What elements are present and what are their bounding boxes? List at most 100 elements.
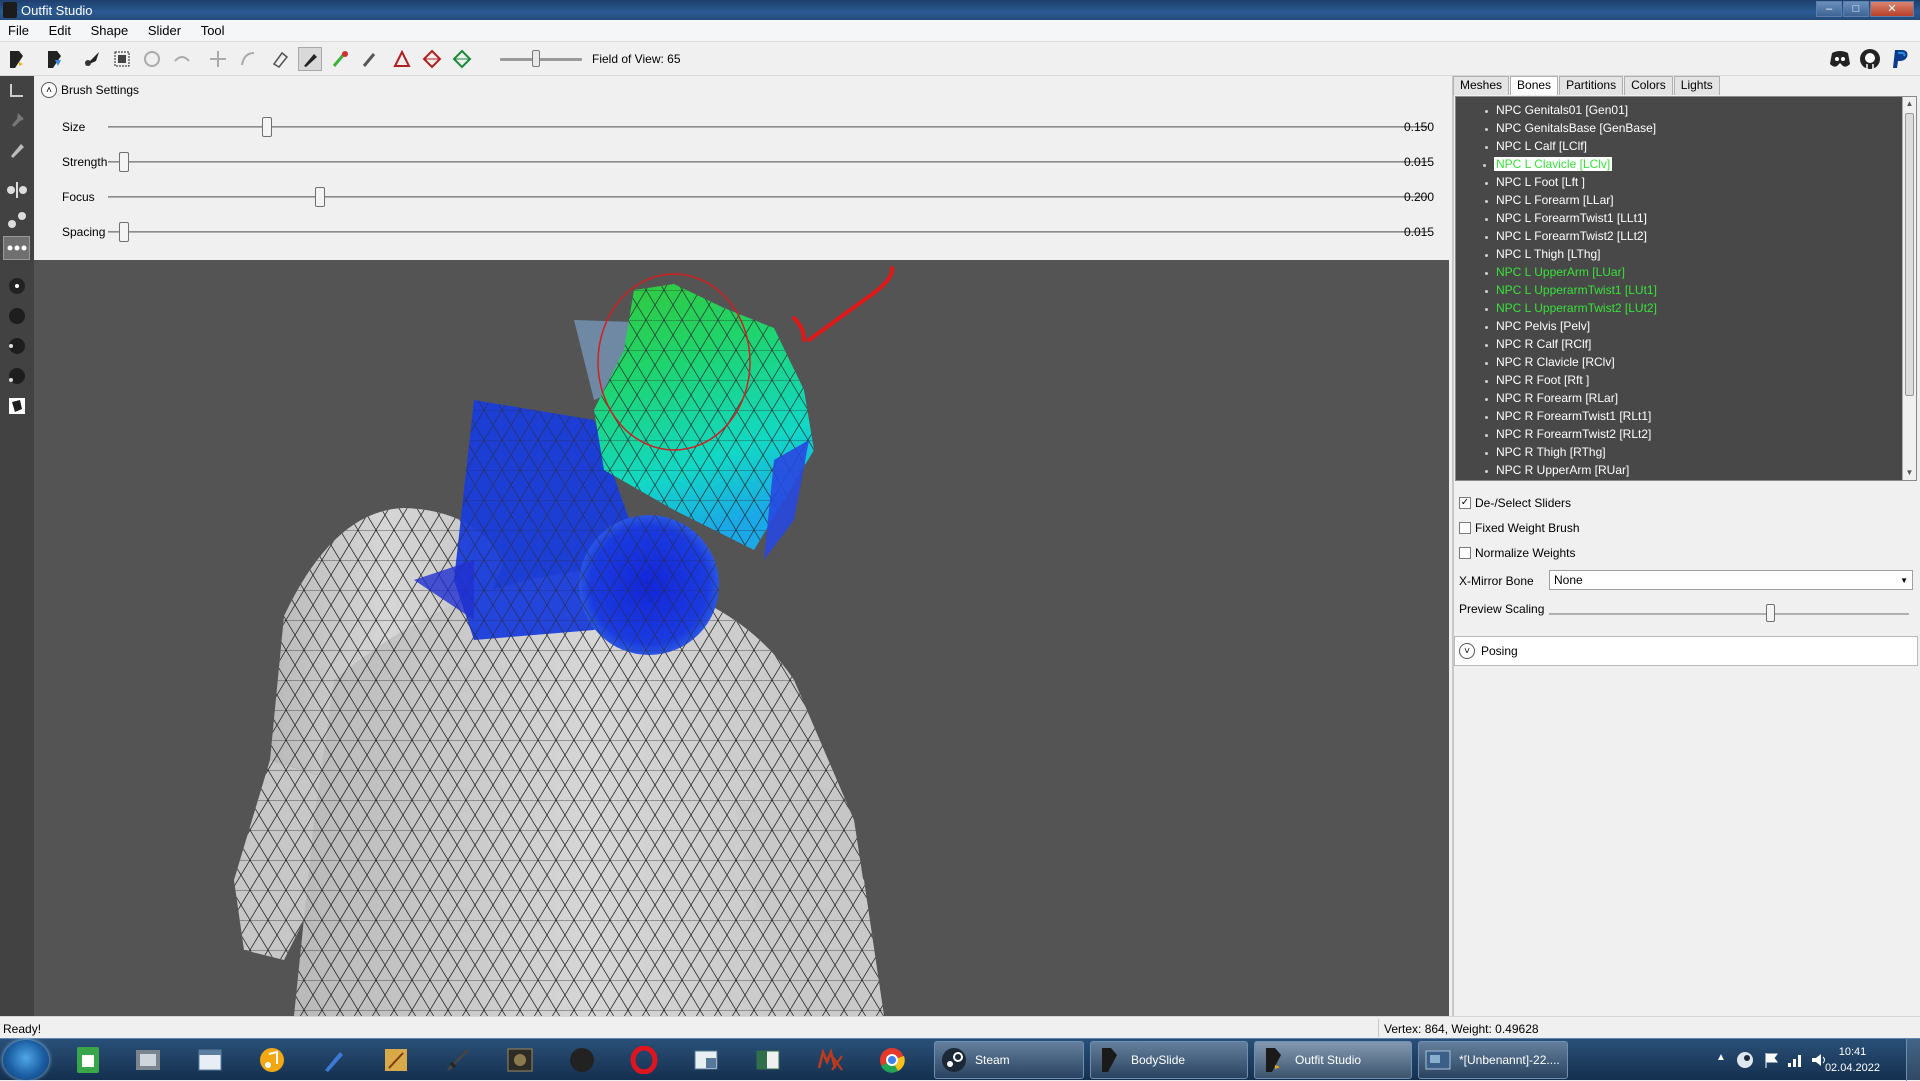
paypal-icon[interactable]	[1888, 47, 1912, 71]
minimize-button[interactable]: –	[1816, 1, 1842, 17]
bone-item[interactable]: NPC Genitals01 [Gen01]	[1484, 103, 1628, 117]
fixed-weight-brush-checkbox[interactable]: Fixed Weight Brush	[1459, 521, 1580, 535]
bone-item[interactable]: NPC L UpperArm [LUar]	[1485, 265, 1625, 279]
expand-icon[interactable]: ˅	[1459, 643, 1475, 659]
spacing-slider-thumb[interactable]	[118, 222, 129, 242]
bone-item[interactable]: NPC R UpperArm [RUar]	[1484, 463, 1629, 477]
task-image-editor[interactable]: *[Unbenannt]-22....	[1418, 1041, 1568, 1079]
preview-scaling-slider[interactable]	[1549, 613, 1909, 615]
menu-edit[interactable]: Edit	[41, 20, 79, 38]
menu-tool[interactable]: Tool	[193, 20, 233, 38]
fov-slider-thumb[interactable]	[532, 50, 540, 67]
sword-app-icon[interactable]	[440, 1043, 476, 1077]
move-brush-icon[interactable]	[206, 47, 230, 71]
flag-icon[interactable]	[1762, 1051, 1780, 1069]
alpha-brush-icon[interactable]	[358, 47, 382, 71]
vertex-point-icon[interactable]	[3, 274, 30, 298]
focus-slider[interactable]	[108, 196, 1428, 198]
close-button[interactable]: ✕	[1870, 1, 1914, 17]
dual-pane-app-icon[interactable]	[750, 1043, 786, 1077]
xmirror-bone-select[interactable]: None ▼	[1549, 570, 1913, 590]
task-steam[interactable]: Steam	[934, 1041, 1084, 1079]
focus-slider-thumb[interactable]	[315, 187, 325, 207]
checkbox-icon[interactable]	[1459, 522, 1471, 534]
bone-item[interactable]: NPC L Thigh [LThg]	[1485, 247, 1601, 261]
collapse-icon[interactable]: ˄	[41, 82, 57, 98]
tab-meshes[interactable]: Meshes	[1453, 76, 1510, 95]
menu-shape[interactable]: Shape	[83, 20, 137, 38]
bone-item[interactable]: NPC R ForearmTwist1 [RLt1]	[1484, 409, 1651, 423]
strength-slider[interactable]	[108, 161, 1428, 163]
mesh-render[interactable]	[34, 260, 1449, 1016]
show-desktop-button[interactable]	[1906, 1039, 1920, 1081]
scroll-up-icon[interactable]: ▲	[1903, 97, 1916, 111]
github-icon[interactable]	[1858, 47, 1882, 71]
fov-slider[interactable]	[500, 58, 582, 61]
undiff-brush-icon[interactable]	[268, 47, 292, 71]
game-launcher-icon[interactable]	[502, 1043, 538, 1077]
weight-paint-brush-icon[interactable]	[298, 47, 322, 71]
deflate-brush-icon[interactable]	[170, 47, 194, 71]
checkbox-checked-icon[interactable]: ✓	[1459, 497, 1471, 509]
menu-slider[interactable]: Slider	[140, 20, 189, 38]
bone-item[interactable]: NPC L UpperarmTwist1 [LUt1]	[1485, 283, 1657, 297]
deselect-sliders-checkbox[interactable]: ✓ De-/Select Sliders	[1459, 496, 1571, 510]
preview-scaling-thumb[interactable]	[1766, 604, 1776, 622]
pin-icon[interactable]	[3, 108, 30, 132]
network-icon[interactable]	[1786, 1051, 1804, 1069]
bone-item[interactable]: NPC R ForearmTwist2 [RLt2]	[1484, 427, 1651, 441]
bone-item[interactable]: NPC R Thigh [RThg]	[1485, 445, 1606, 459]
sphere-shaded-icon[interactable]	[3, 364, 30, 388]
pen-tool-icon[interactable]	[316, 1043, 352, 1077]
steam-tray-icon[interactable]	[1736, 1051, 1754, 1069]
pencil-icon[interactable]	[3, 138, 30, 162]
strength-slider-thumb[interactable]	[118, 152, 129, 172]
music-player-icon[interactable]	[254, 1043, 290, 1077]
bone-item[interactable]: NPC R Clavicle [RClv]	[1485, 355, 1615, 369]
bone-item[interactable]: NPC L ForearmTwist1 [LLt1]	[1485, 211, 1647, 225]
node-mirror-icon[interactable]	[3, 178, 30, 202]
color-brush-icon[interactable]	[328, 47, 352, 71]
load-project-icon[interactable]	[4, 47, 28, 71]
bone-item[interactable]: NPC L Forearm [LLar]	[1485, 193, 1614, 207]
checkbox-icon[interactable]	[1459, 547, 1471, 559]
bone-item[interactable]: NPC L Foot [Lft ]	[1485, 175, 1585, 189]
bone-item[interactable]: NPC L Calf [LClf]	[1485, 139, 1587, 153]
explorer-window-icon[interactable]	[192, 1043, 228, 1077]
bone-item[interactable]: NPC Pelvis [Pelv]	[1484, 319, 1590, 333]
menu-file[interactable]: File	[0, 20, 37, 38]
bone-item[interactable]: NPC L Clavicle [LClv]	[1482, 157, 1613, 171]
opera-browser-icon[interactable]	[626, 1043, 662, 1077]
mx-app-icon[interactable]	[812, 1043, 848, 1077]
bone-item[interactable]: NPC L UpperarmTwist2 [LUt2]	[1485, 301, 1657, 315]
maximize-button[interactable]: □	[1843, 1, 1869, 17]
size-slider-thumb[interactable]	[262, 117, 272, 137]
spreadsheet-app-icon[interactable]	[70, 1043, 106, 1077]
scroll-thumb[interactable]	[1905, 113, 1914, 396]
mask-brush-icon[interactable]	[110, 47, 134, 71]
posing-section[interactable]: ˅ Posing	[1454, 636, 1918, 666]
bone-item[interactable]: NPC L ForearmTwist2 [LLt2]	[1485, 229, 1647, 243]
task-outfit-studio[interactable]: Outfit Studio	[1254, 1041, 1412, 1079]
bone-item[interactable]: NPC GenitalsBase [GenBase]	[1484, 121, 1656, 135]
sphere-flat-icon[interactable]	[3, 304, 30, 328]
task-bodyslide[interactable]: BodySlide	[1090, 1041, 1248, 1079]
window-manager-icon[interactable]	[688, 1043, 724, 1077]
bone-item[interactable]: NPC R Calf [RClf]	[1484, 337, 1591, 351]
bone-list-scrollbar[interactable]: ▲ ▼	[1902, 97, 1916, 480]
texture-icon[interactable]	[3, 394, 30, 418]
edge-icon[interactable]	[420, 47, 444, 71]
face-icon[interactable]	[450, 47, 474, 71]
sphere-smooth-icon[interactable]	[3, 334, 30, 358]
tray-expand-icon[interactable]: ▲	[1716, 1052, 1726, 1063]
3d-viewport[interactable]	[34, 260, 1449, 1016]
node-dots-icon[interactable]	[3, 236, 30, 260]
brush-settings-header[interactable]: ˄ Brush Settings	[41, 82, 139, 98]
bone-item[interactable]: NPC R Foot [Rft ]	[1484, 373, 1589, 387]
vertex-icon[interactable]	[390, 47, 414, 71]
start-button[interactable]	[3, 1040, 49, 1080]
chrome-browser-icon[interactable]	[874, 1043, 910, 1077]
inflate-brush-icon[interactable]	[140, 47, 164, 71]
discord-icon[interactable]	[1828, 47, 1852, 71]
axis-transform-icon[interactable]	[3, 78, 30, 102]
